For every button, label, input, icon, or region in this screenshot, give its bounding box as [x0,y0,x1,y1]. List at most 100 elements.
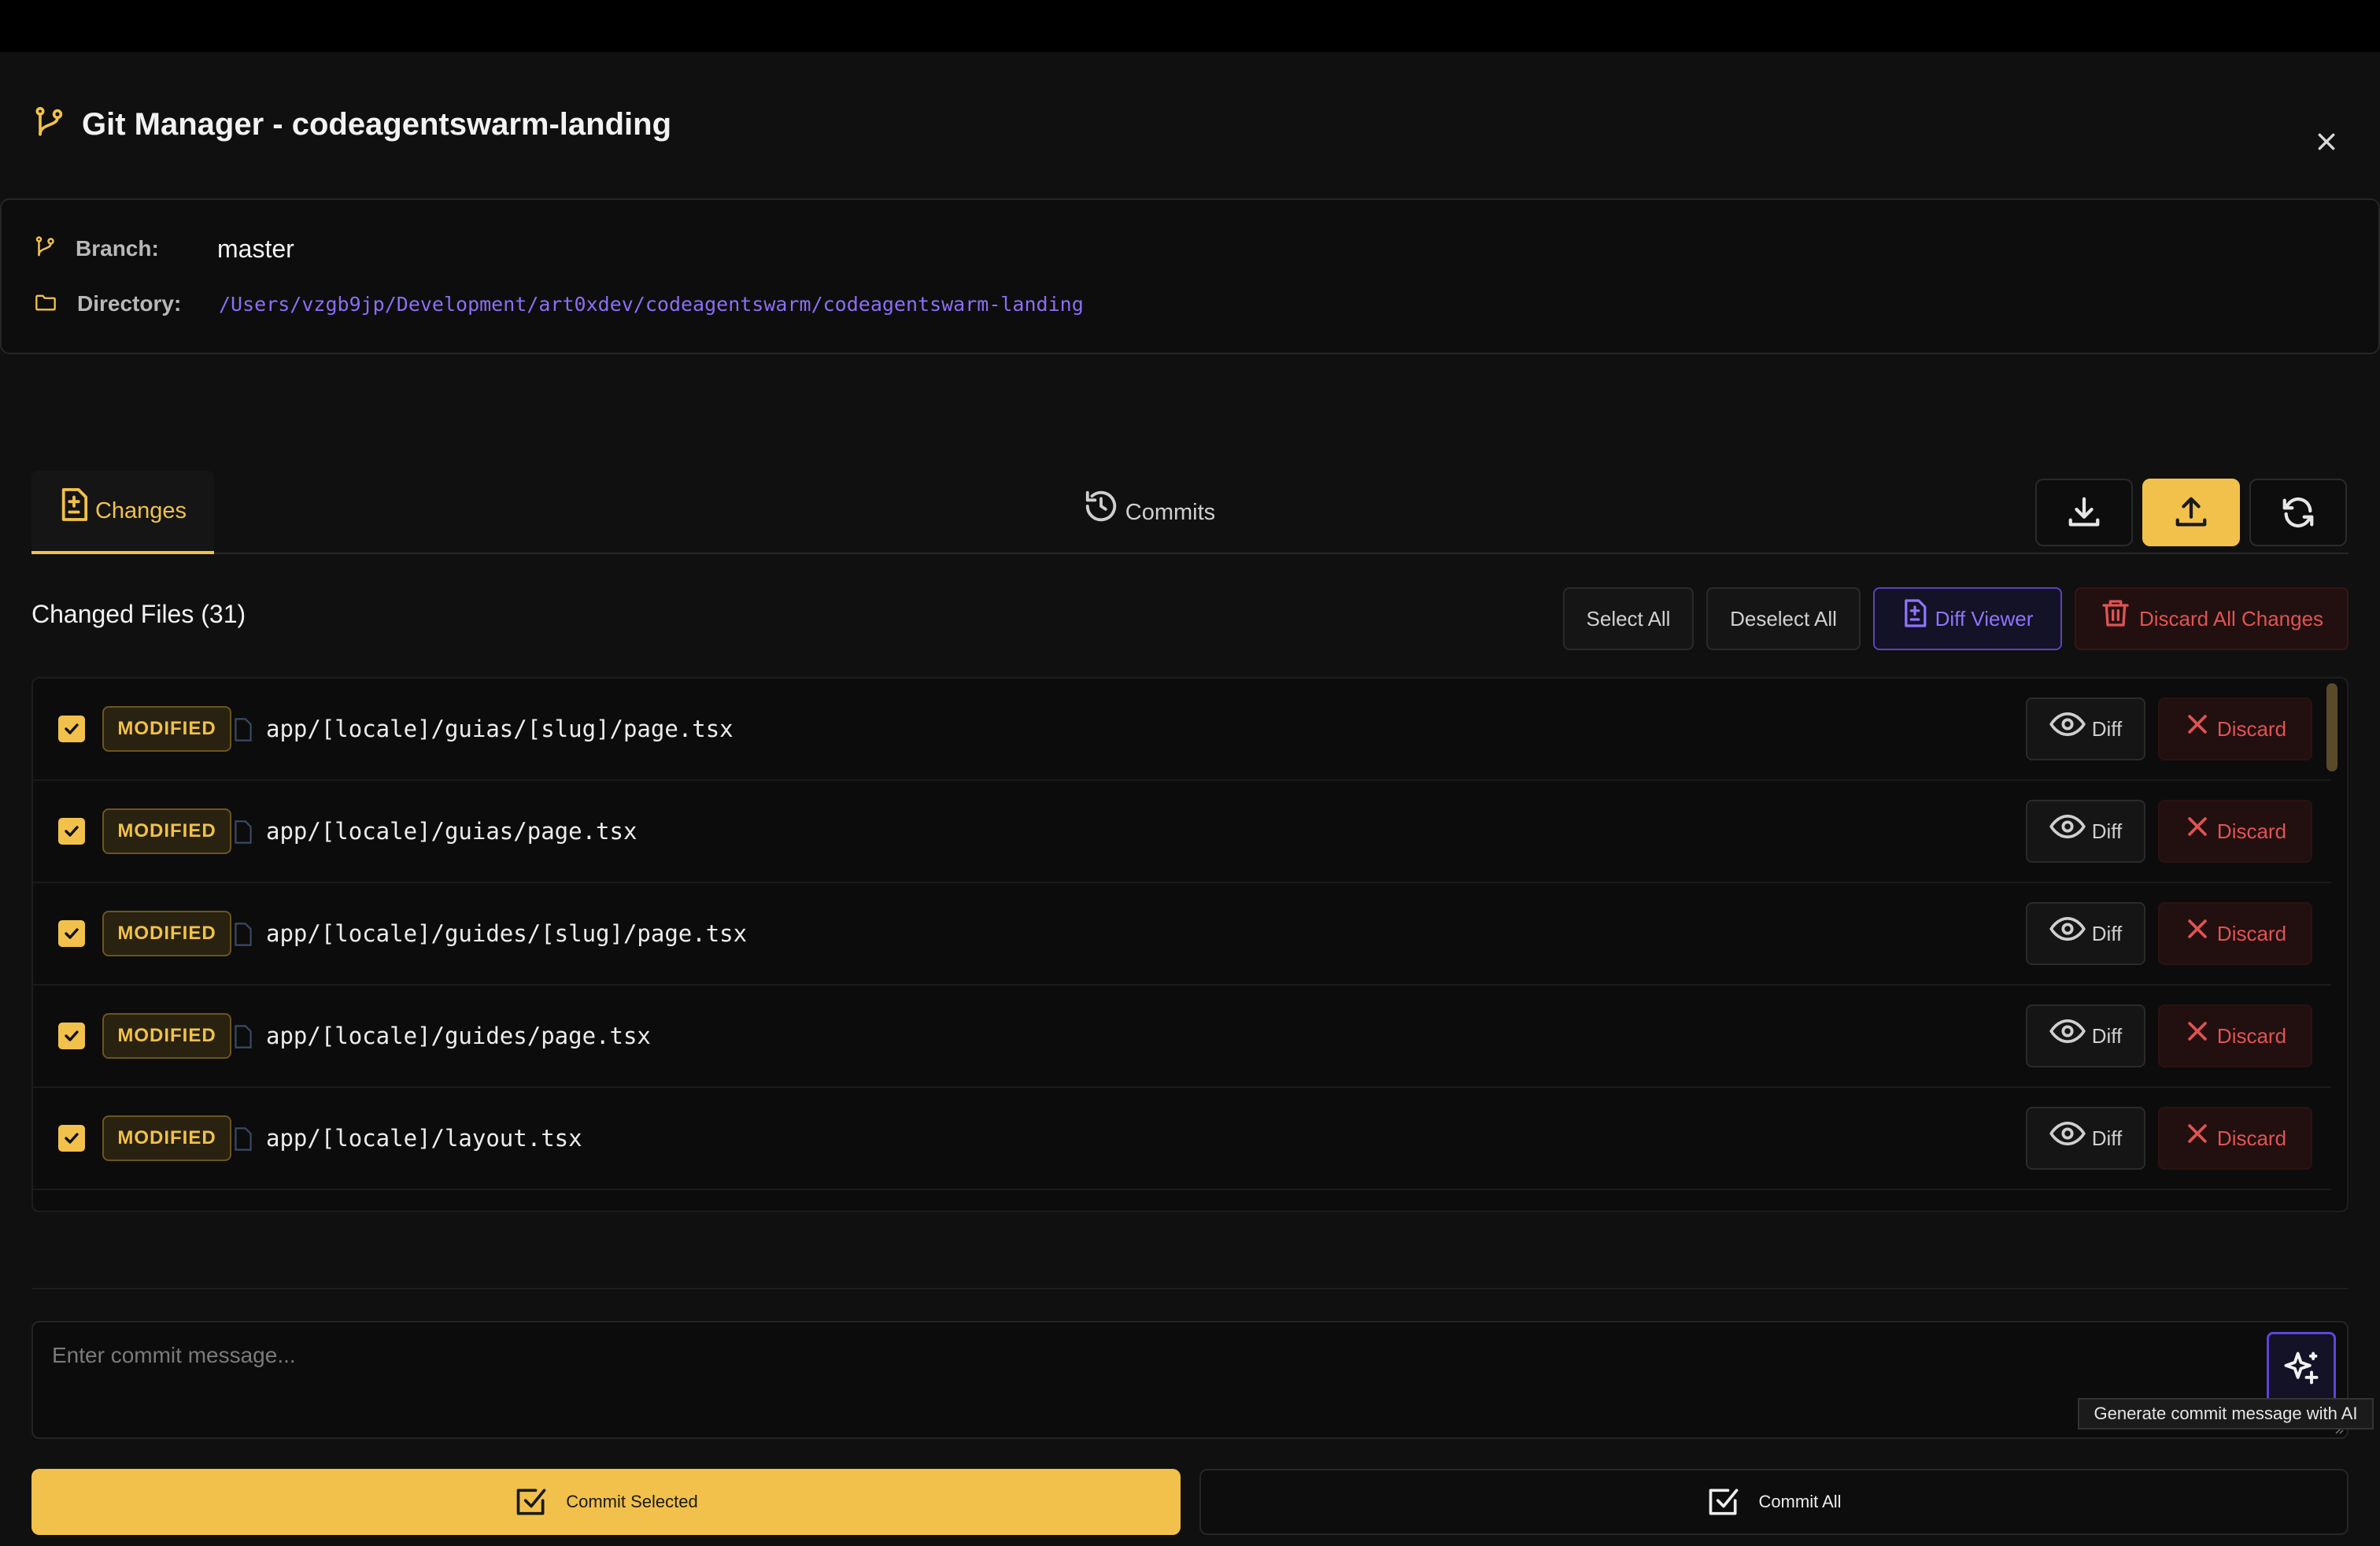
discard-label: Discard [2216,819,2287,843]
tab-bar: Changes Commits [31,471,2349,554]
discard-label: Discard [2216,1126,2287,1150]
status-badge: MODIFIED [102,911,231,956]
commit-selected-button[interactable]: Commit Selected [31,1469,1181,1535]
eye-icon [2049,814,2086,839]
file-path: app/[locale]/guides/[slug]/page.tsx [266,920,748,947]
diff-button[interactable]: Diff [2026,902,2145,965]
directory-path: /Users/vzgb9jp/Development/art0xdev/code… [219,292,1084,316]
check-icon [65,1133,79,1144]
status-badge: MODIFIED [102,706,231,752]
x-icon [2188,715,2207,734]
ai-generate-button[interactable] [2267,1332,2336,1406]
file-icon [235,820,252,844]
refresh-icon [2282,497,2314,527]
diff-button[interactable]: Diff [2026,697,2145,760]
file-row: MODIFIED app/[locale]/guides/[slug]/page… [33,883,2331,986]
select-all-button[interactable]: Select All [1563,587,1694,650]
diff-button[interactable]: Diff [2026,800,2145,863]
discard-button[interactable]: Discard [2158,697,2312,760]
file-row: MODIFIED app/[locale]/guias/page.tsx Dif… [33,781,2331,883]
git-branch-icon [31,104,66,146]
check-icon [65,928,79,939]
checkbox-icon [516,1489,546,1515]
git-manager-modal: Git Manager - codeagentswarm-landing Bra… [0,52,2380,1546]
discard-all-label: Discard All Changes [2138,606,2324,631]
status-badge: MODIFIED [102,1115,231,1161]
history-icon [1085,490,1116,522]
status-badge: MODIFIED [102,808,231,854]
file-checkbox[interactable] [58,818,85,845]
close-icon [2318,133,2335,150]
diff-label: Diff [2091,819,2123,843]
discard-all-button[interactable]: Discard All Changes [2075,587,2349,650]
tab-changes-label: Changes [94,497,187,523]
close-button[interactable] [2311,126,2342,157]
commit-all-button[interactable]: Commit All [1199,1469,2349,1535]
push-button[interactable] [2142,479,2240,546]
pull-button[interactable] [2035,479,2133,546]
file-diff-icon [61,488,88,521]
file-checkbox[interactable] [58,716,85,742]
tab-commits-label: Commits [1125,499,1216,525]
commit-message-input[interactable] [33,1322,2347,1437]
file-path: app/[locale]/layout.tsx [266,1125,582,1152]
x-icon [2188,1124,2207,1143]
diff-button[interactable]: Diff [2026,1107,2145,1170]
ai-tooltip: Generate commit message with AI [2078,1398,2374,1429]
changed-files-title: Changed Files (31) [31,600,246,628]
discard-button[interactable]: Discard [2158,1004,2312,1067]
diff-label: Diff [2091,716,2123,741]
file-checkbox[interactable] [58,1023,85,1049]
x-icon [2188,1022,2207,1041]
divider [31,1288,2349,1289]
file-row: MODIFIED app/[locale]/guias/[slug]/page.… [33,679,2331,781]
x-icon [2188,817,2207,836]
changed-files-list[interactable]: MODIFIED app/[locale]/guias/[slug]/page.… [31,677,2349,1212]
file-icon [235,923,252,946]
download-icon [2068,497,2100,527]
upload-icon [2175,497,2207,527]
sparkles-icon [2284,1352,2319,1385]
eye-icon [2049,712,2086,737]
check-icon [65,1030,79,1041]
checkbox-icon [1709,1489,1739,1515]
file-path: app/[locale]/guias/page.tsx [266,818,638,845]
commit-selected-label: Commit Selected [566,1492,698,1511]
x-icon [2188,919,2207,938]
directory-row: Directory: /Users/vzgb9jp/Development/ar… [33,288,1084,320]
top-bar [0,0,2380,52]
discard-label: Discard [2216,1023,2287,1048]
status-badge: MODIFIED [102,1013,231,1059]
check-icon [65,826,79,837]
commit-all-label: Commit All [1758,1492,1842,1511]
folder-icon [33,291,58,317]
file-row: MODIFIED app/[locale]/layout.tsx Diff Di… [33,1088,2331,1190]
diff-button[interactable]: Diff [2026,1004,2145,1067]
refresh-button[interactable] [2249,479,2347,546]
diff-viewer-button[interactable]: Diff Viewer [1873,587,2062,650]
deselect-all-button[interactable]: Deselect All [1706,587,1861,650]
diff-viewer-label: Diff Viewer [1935,606,2034,631]
file-path: app/[locale]/guias/[slug]/page.tsx [266,716,734,742]
eye-icon [2049,1019,2086,1044]
tab-changes[interactable]: Changes [31,471,214,554]
discard-label: Discard [2216,716,2287,741]
tab-commits[interactable]: Commits [1055,471,1244,554]
discard-button[interactable]: Discard [2158,1107,2312,1170]
commit-message-box [31,1321,2349,1439]
file-diff-icon [1904,599,1927,627]
eye-icon [2049,916,2086,941]
branch-value: master [217,234,294,263]
branch-row: Branch: master [33,233,294,264]
trash-icon [2102,600,2129,627]
eye-icon [2049,1121,2086,1146]
file-row: MODIFIED app/[locale]/guides/page.tsx Di… [33,986,2331,1088]
file-checkbox[interactable] [58,1125,85,1152]
file-checkbox[interactable] [58,920,85,947]
modal-header: Git Manager - codeagentswarm-landing [0,52,2380,197]
file-icon [235,1127,252,1151]
check-icon [65,723,79,734]
discard-button[interactable]: Discard [2158,902,2312,965]
directory-label: Directory: [77,291,182,316]
discard-button[interactable]: Discard [2158,800,2312,863]
